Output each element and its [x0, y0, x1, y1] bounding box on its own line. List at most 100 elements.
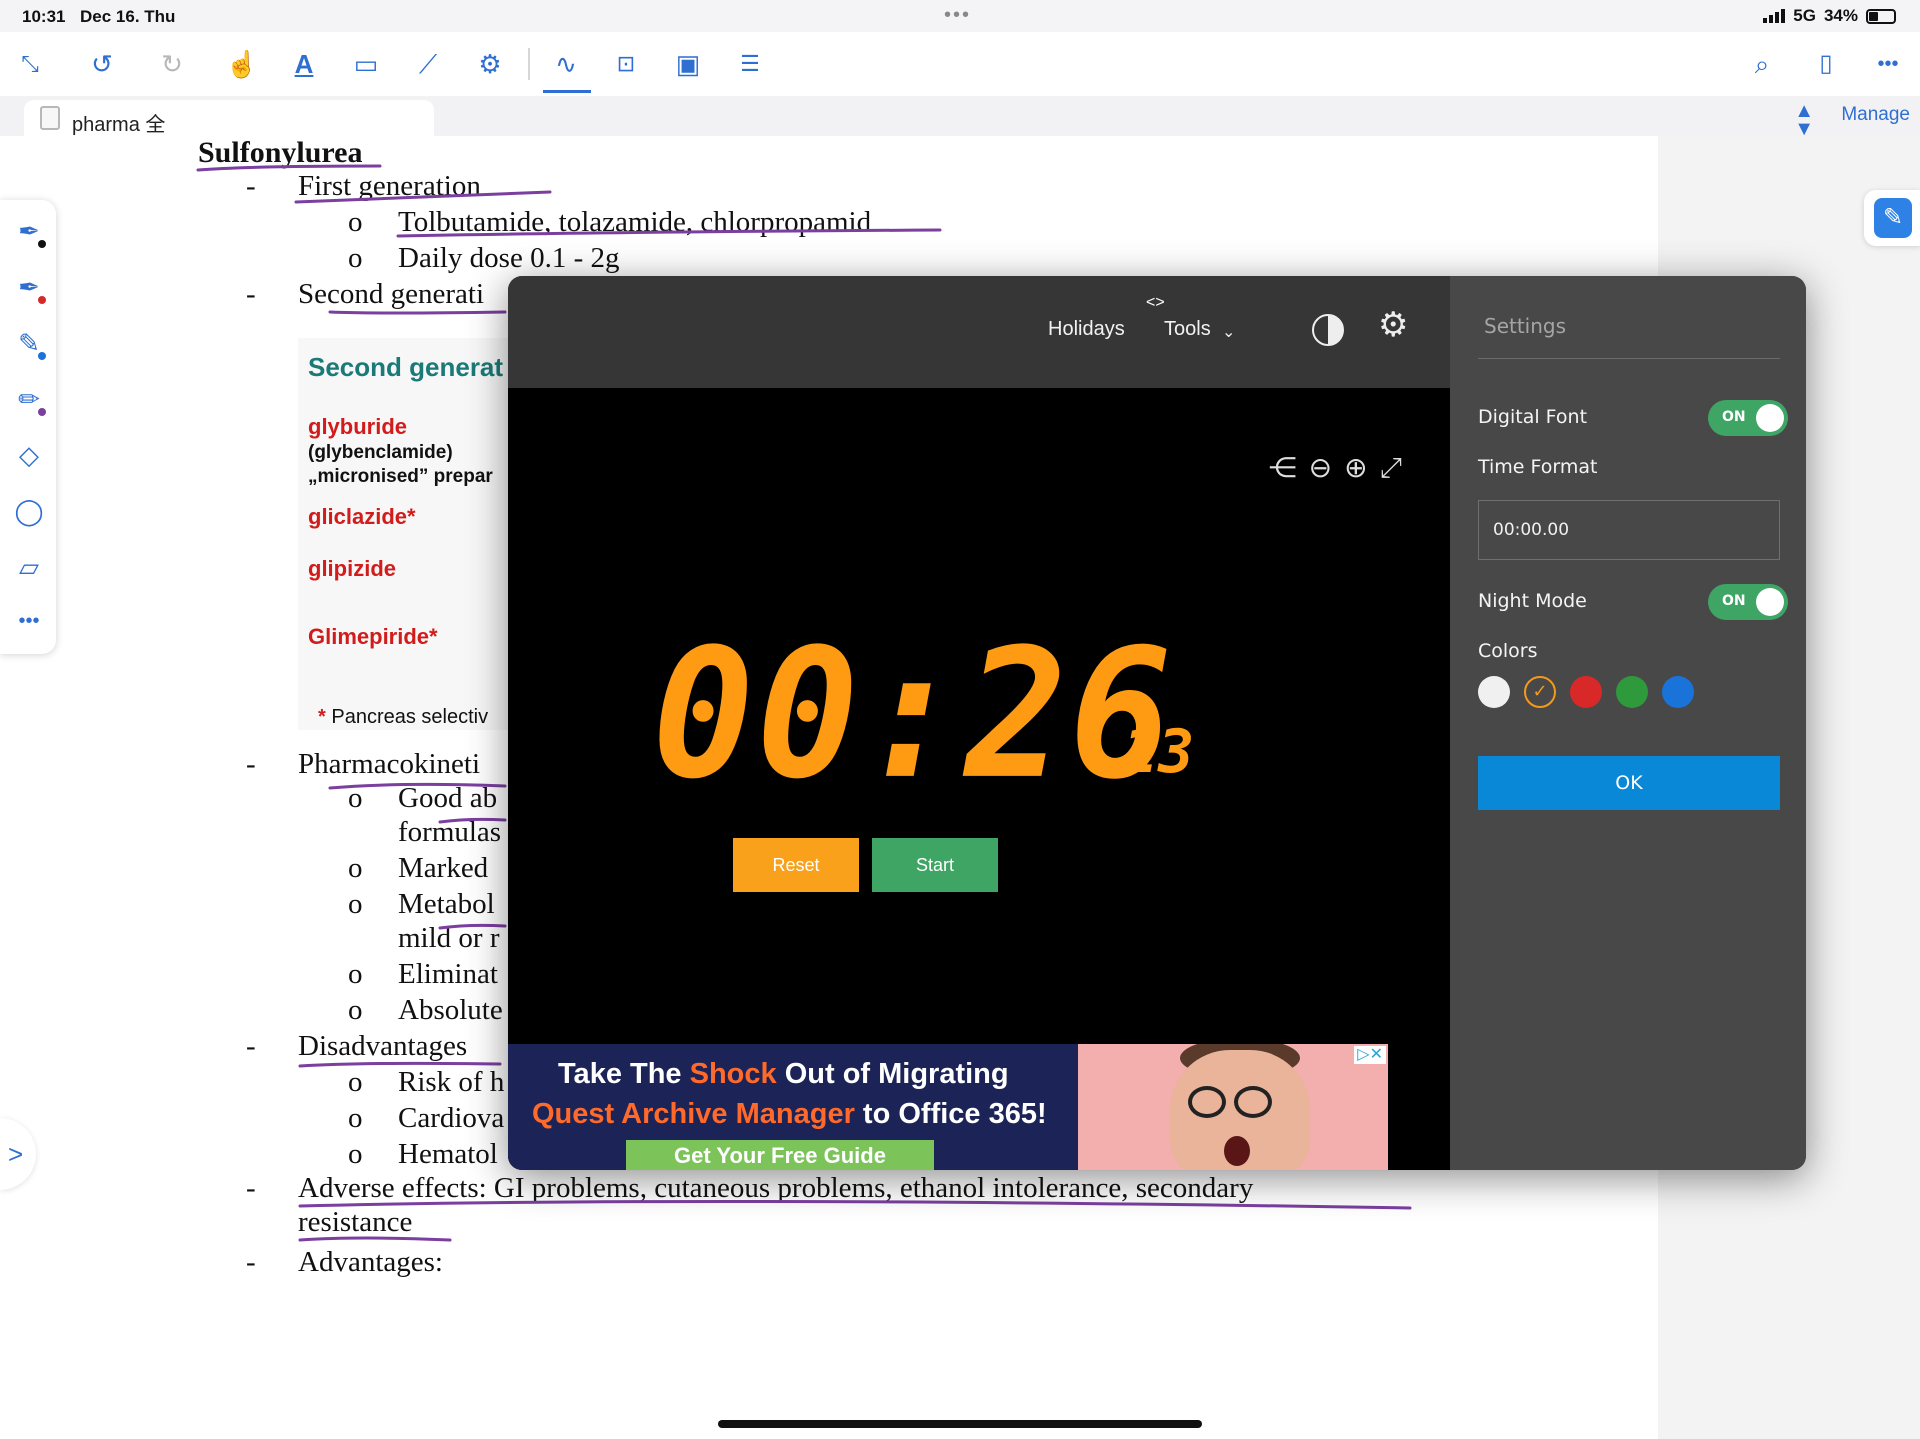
time-format-input[interactable] [1478, 500, 1780, 560]
start-button[interactable]: Start [872, 838, 998, 892]
tab-pharma[interactable]: pharma 全 [24, 100, 434, 136]
app-toolbar: ⤡ ↺ ↻ ☝ A ▭ ⟋ ⚙ ∿ ⊡ ▣ ☰ ⌕ ▯ ••• [0, 32, 1920, 96]
ad-highlight: Shock [689, 1058, 777, 1090]
toggle-state: ON [1722, 409, 1746, 425]
night-mode-toggle[interactable]: ON [1708, 584, 1788, 620]
bullet-circle: o [348, 958, 363, 990]
home-indicator[interactable] [718, 1420, 1202, 1428]
night-mode-label: Night Mode [1478, 590, 1587, 612]
doc-line-tolbutamide: Tolbutamide, tolazamide, chlorpropamid [398, 206, 872, 238]
collapse-icon[interactable]: ⤡ [12, 46, 48, 82]
sort-icon[interactable]: ▲ ▼ [1794, 101, 1814, 139]
palette-more-icon[interactable]: ••• [12, 604, 46, 638]
signal-icon [1763, 9, 1786, 23]
bullet-circle: o [348, 206, 363, 238]
manage-button[interactable]: Manage [1841, 104, 1910, 126]
doc-line-absolute: Absolute [398, 994, 503, 1026]
zoom-in-icon[interactable]: ⊕ [1344, 454, 1367, 482]
ad-text: Out of Migrating [776, 1058, 1009, 1090]
toggle-knob [1756, 404, 1784, 432]
color-swatch-white[interactable] [1478, 676, 1510, 708]
color-swatch-red[interactable] [1570, 676, 1602, 708]
doc-line-eliminat: Eliminat [398, 958, 498, 990]
settings-panel: Settings Digital Font ON Time Format Nig… [1450, 276, 1806, 1170]
bullet-circle: o [348, 1066, 363, 1098]
ruler-icon[interactable]: ▱ [12, 550, 46, 584]
status-date: Dec 16. Thu [80, 7, 176, 26]
assistant-icon: ✎ [1874, 198, 1912, 238]
color-swatch-orange[interactable]: ✓ [1524, 676, 1556, 708]
code-toggle[interactable]: <> [1146, 294, 1165, 312]
undo-icon[interactable]: ↺ [84, 46, 120, 82]
chevron-down-icon[interactable]: ⌄ [1222, 322, 1235, 342]
reset-button[interactable]: Reset [733, 838, 859, 892]
search-icon[interactable]: ⌕ [1744, 46, 1780, 82]
nav-holidays[interactable]: Holidays [1048, 318, 1125, 341]
ad-line-1: Take The Shock Out of Migrating [558, 1058, 1009, 1091]
bullet-circle: o [348, 1138, 363, 1170]
doc-line-risk-of: Risk of h [398, 1066, 505, 1098]
doc-line-advantages: Advantages: [298, 1246, 443, 1278]
image-footnote: * Pancreas selectiv [318, 706, 488, 729]
assistant-button[interactable]: ✎ [1864, 190, 1920, 246]
ad-line-2: Quest Archive Manager to Office 365! [532, 1098, 1047, 1131]
multitask-dots-icon[interactable]: ••• [944, 4, 971, 27]
active-tool-indicator [543, 90, 591, 93]
image-gliclazide: gliclazide* [308, 504, 416, 529]
eraser-icon[interactable]: ◇ [12, 438, 46, 472]
fullscreen-icon[interactable]: ⤢ [1380, 454, 1402, 482]
toggle-knob [1756, 588, 1784, 616]
doc-line-adverse: Adverse effects: GI problems, cutaneous … [298, 1172, 1254, 1204]
stopwatch-dot: . [1090, 717, 1127, 787]
ad-cta-button[interactable]: Get Your Free Guide [626, 1140, 934, 1170]
footnote-star: * [318, 706, 326, 728]
ad-banner[interactable]: ▷✕ Take The Shock Out of Migrating Quest… [508, 1044, 1388, 1170]
bookmark-icon[interactable]: ▯ [1808, 46, 1844, 82]
bullet-circle: o [348, 888, 363, 920]
digital-font-toggle[interactable]: ON [1708, 400, 1788, 436]
hand-pointer-icon[interactable]: ☝ [224, 46, 260, 82]
list-icon[interactable]: ☰ [732, 46, 768, 82]
redo-icon[interactable]: ↻ [154, 46, 190, 82]
color-swatch-blue[interactable] [1662, 676, 1694, 708]
contrast-icon[interactable] [1312, 314, 1344, 346]
doc-line-pharmacokinetics: Pharmacokineti [298, 748, 481, 780]
color-swatch-green[interactable] [1616, 676, 1648, 708]
bullet-dash: - [246, 1246, 256, 1278]
pen-palette: ✒ ✒ ✎ ✏ ◇ ◯ ▱ ••• [0, 200, 56, 654]
bullet-circle: o [348, 852, 363, 884]
shape-icon[interactable]: ⟋ [410, 46, 446, 82]
selection-rect-icon[interactable]: ▭ [348, 46, 384, 82]
image-icon[interactable]: ▣ [670, 46, 706, 82]
doc-line-hematol: Hematol [398, 1138, 498, 1170]
embedded-drug-image: Second generat glyburide (glybenclamide)… [298, 338, 508, 730]
nav-tools[interactable]: Tools [1164, 318, 1211, 341]
stopwatch-fraction: 13 [1122, 717, 1195, 787]
pen-color-blue [38, 352, 46, 360]
share-icon[interactable]: ⋲ [1269, 454, 1297, 482]
status-right: 5G 34% [1763, 6, 1896, 26]
battery-percent: 34% [1823, 6, 1858, 25]
ad-highlight: Quest Archive Manager [532, 1098, 855, 1130]
image-micronised: „micronised” prepar [308, 466, 493, 487]
text-highlight-icon[interactable]: A [286, 46, 322, 82]
ad-text: to Office 365! [854, 1098, 1047, 1130]
toggle-state: ON [1722, 593, 1746, 609]
tab-label: pharma 全 [72, 114, 166, 136]
document-icon [40, 106, 60, 130]
status-time: 10:31 [22, 7, 66, 26]
gear-icon[interactable]: ⚙ [1378, 308, 1408, 342]
zoom-out-icon[interactable]: ⊖ [1309, 454, 1332, 482]
ok-button[interactable]: OK [1478, 756, 1780, 810]
lasso-icon[interactable]: ◯ [12, 494, 46, 528]
doc-line-formulas: formulas [398, 816, 502, 848]
more-icon[interactable]: ••• [1870, 46, 1906, 82]
pen-stroke-icon[interactable]: ∿ [548, 46, 584, 82]
pen-color-red [38, 296, 46, 304]
image-glimepiride: Glimepiride* [308, 624, 438, 649]
text-box-icon[interactable]: ⊡ [608, 46, 644, 82]
ad-close-icon[interactable]: ▷✕ [1354, 1046, 1386, 1064]
doc-line-metabol: Metabol [398, 888, 495, 920]
doc-line-good-ab: Good ab [398, 782, 498, 814]
stamp-gear-icon[interactable]: ⚙ [472, 46, 508, 82]
